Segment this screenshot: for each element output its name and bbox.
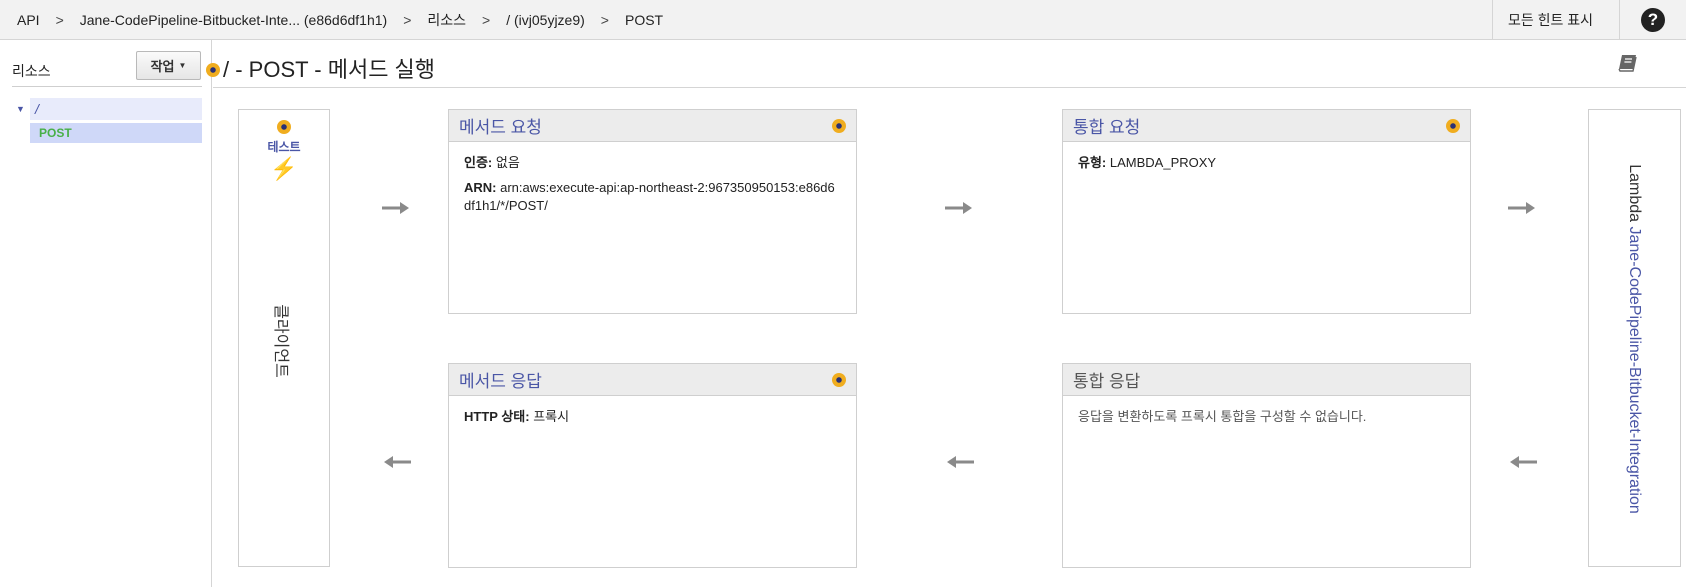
- http-status-value: 프록시: [533, 409, 570, 424]
- resource-root-label: /: [30, 98, 202, 120]
- sidebar-title: 리소스: [12, 63, 51, 79]
- resource-tree-root[interactable]: ▼ /: [12, 98, 202, 120]
- arn-value: arn:aws:execute-api:ap-northeast-2:96735…: [464, 180, 835, 213]
- resource-method-post[interactable]: POST: [30, 123, 202, 143]
- breadcrumb-separator: >: [403, 11, 412, 28]
- test-button[interactable]: 테스트 ⚡: [239, 120, 329, 181]
- integration-request-panel: 통합 요청 유형: LAMBDA_PROXY: [1062, 109, 1471, 314]
- client-box: 테스트 ⚡ 클라이언트: [238, 109, 330, 567]
- http-status-key: HTTP 상태:: [464, 409, 530, 424]
- page-title: / - POST - 메서드 실행: [223, 57, 436, 82]
- resources-sidebar: 리소스 작업 ▼ ▼ / POST: [0, 40, 212, 587]
- hint-icon[interactable]: [832, 372, 846, 387]
- hint-icon[interactable]: [832, 118, 846, 133]
- panel-header: 메서드 응답: [449, 364, 856, 396]
- type-key: 유형:: [1078, 155, 1107, 170]
- integration-response-note: 응답을 변환하도록 프록시 통합을 구성할 수 없습니다.: [1078, 409, 1367, 424]
- type-value: LAMBDA_PROXY: [1109, 155, 1217, 170]
- hint-icon[interactable]: [277, 120, 291, 134]
- top-bar: API > Jane-CodePipeline-Bitbucket-Inte..…: [0, 0, 1686, 40]
- method-request-title[interactable]: 메서드 요청: [459, 113, 542, 138]
- lambda-label: Lambda Jane-CodePipeline-Bitbucket-Integ…: [1625, 164, 1643, 514]
- arn-key: ARN:: [464, 180, 497, 195]
- arrow-right-icon: [382, 202, 409, 214]
- breadcrumb-resource[interactable]: / (ivj05yjze9): [506, 12, 585, 28]
- method-response-title[interactable]: 메서드 응답: [459, 367, 542, 392]
- title-divider: [213, 87, 1686, 88]
- breadcrumb-separator: >: [55, 11, 64, 28]
- panel-body: 인증: 없음 ARN: arn:aws:execute-api:ap-north…: [449, 142, 856, 234]
- client-label: 클라이언트: [272, 304, 289, 378]
- arrow-right-icon: [945, 202, 972, 214]
- panel-body: 응답을 변환하도록 프록시 통합을 구성할 수 없습니다.: [1063, 396, 1470, 445]
- breadcrumb-resources[interactable]: 리소스: [427, 10, 466, 30]
- arrow-left-icon: [384, 456, 411, 468]
- breadcrumb-api[interactable]: API: [17, 12, 40, 28]
- hint-icon[interactable]: [206, 63, 220, 77]
- breadcrumb: API > Jane-CodePipeline-Bitbucket-Inte..…: [0, 10, 1492, 30]
- arrow-left-icon: [1510, 456, 1537, 468]
- caret-down-icon: ▼: [178, 61, 187, 70]
- auth-value: 없음: [495, 155, 520, 170]
- method-request-panel: 메서드 요청 인증: 없음 ARN: arn:aws:execute-api:a…: [448, 109, 857, 314]
- hint-icon[interactable]: [1446, 118, 1460, 133]
- integration-response-panel: 통합 응답 응답을 변환하도록 프록시 통합을 구성할 수 없습니다.: [1062, 363, 1471, 568]
- method-response-panel: 메서드 응답 HTTP 상태: 프록시: [448, 363, 857, 568]
- integration-request-title[interactable]: 통합 요청: [1073, 113, 1140, 138]
- breadcrumb-separator: >: [600, 11, 609, 28]
- panel-body: 유형: LAMBDA_PROXY: [1063, 142, 1470, 191]
- sidebar-header: 리소스 작업 ▼: [12, 51, 202, 87]
- show-all-hints-button[interactable]: 모든 힌트 표시: [1491, 0, 1620, 40]
- help-icon: ?: [1641, 7, 1665, 32]
- arrow-right-icon: [1508, 202, 1535, 214]
- arrow-left-icon: [947, 456, 974, 468]
- panel-header: 통합 요청: [1063, 110, 1470, 142]
- panel-header: 메서드 요청: [449, 110, 856, 142]
- auth-key: 인증:: [464, 155, 493, 170]
- lambda-box: Lambda Jane-CodePipeline-Bitbucket-Integ…: [1588, 109, 1681, 567]
- panel-header: 통합 응답: [1063, 364, 1470, 396]
- book-icon[interactable]: [1617, 53, 1639, 73]
- breadcrumb-separator: >: [482, 11, 491, 28]
- panel-body: HTTP 상태: 프록시: [449, 396, 856, 445]
- lambda-function-link[interactable]: Jane-CodePipeline-Bitbucket-Integration: [1626, 227, 1643, 514]
- breadcrumb-api-name[interactable]: Jane-CodePipeline-Bitbucket-Inte... (e86…: [80, 12, 387, 28]
- lambda-prefix: Lambda: [1626, 164, 1643, 223]
- actions-label: 작업: [150, 59, 175, 74]
- help-button[interactable]: ?: [1620, 0, 1686, 40]
- integration-response-title: 통합 응답: [1073, 372, 1141, 391]
- breadcrumb-method: POST: [624, 11, 664, 28]
- lightning-icon: ⚡: [270, 156, 298, 181]
- expand-arrow-icon[interactable]: ▼: [12, 104, 30, 114]
- test-label: 테스트: [267, 140, 301, 154]
- actions-dropdown-button[interactable]: 작업 ▼: [136, 51, 201, 80]
